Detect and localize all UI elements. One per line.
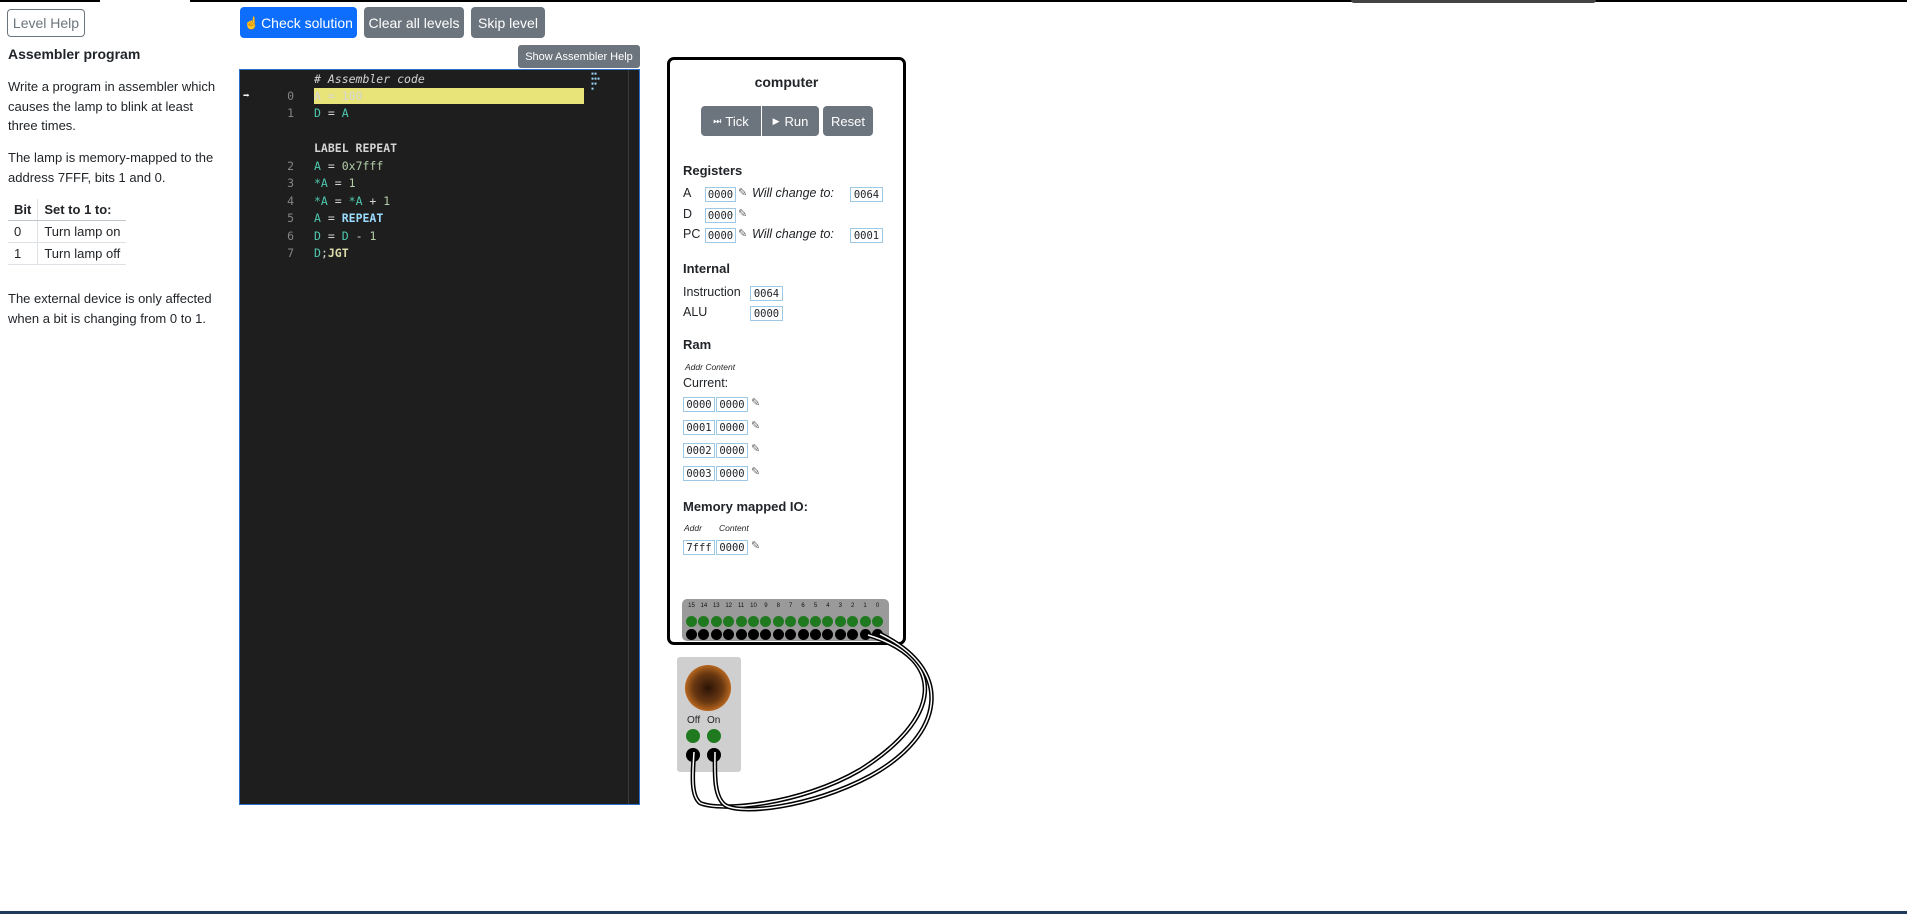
wire-bit0[interactable] <box>712 631 934 812</box>
connection-wires <box>690 631 934 812</box>
wire-bit1[interactable] <box>690 632 927 809</box>
wire-bit0-inner <box>714 633 933 810</box>
wire-bit1-inner <box>692 634 926 808</box>
